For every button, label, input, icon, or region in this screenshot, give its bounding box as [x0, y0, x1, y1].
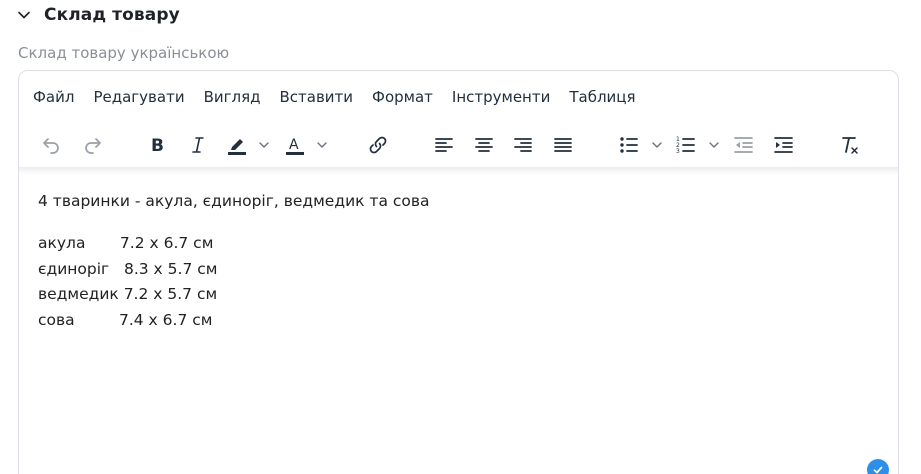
outdent-icon[interactable] — [730, 129, 758, 161]
content-line: акула 7.2 х 6.7 см — [38, 234, 214, 252]
content-line: ведмедик 7.2 х 5.7 см — [38, 285, 218, 303]
redo-icon[interactable] — [79, 129, 107, 161]
menu-view[interactable]: Вигляд — [204, 86, 261, 108]
chevron-down-icon[interactable] — [650, 129, 664, 161]
menu-file[interactable]: Файл — [33, 86, 74, 108]
editor-menubar: Файл Редагувати Вигляд Вставити Формат І… — [19, 85, 655, 109]
section-header[interactable]: Склад товару — [16, 4, 180, 26]
undo-icon[interactable] — [37, 129, 65, 161]
align-left-icon[interactable] — [430, 129, 458, 161]
check-circle-icon — [867, 459, 889, 474]
chevron-down-icon[interactable] — [257, 129, 271, 161]
rich-text-editor: Файл Редагувати Вигляд Вставити Формат І… — [18, 70, 899, 474]
bold-icon[interactable]: B — [145, 129, 171, 161]
menu-table[interactable]: Таблиця — [569, 86, 635, 108]
content-line: єдиноріг 8.3 х 5.7 см — [38, 259, 218, 278]
align-center-icon[interactable] — [470, 129, 498, 161]
section-title: Склад товару — [44, 5, 180, 25]
align-right-icon[interactable] — [509, 129, 537, 161]
field-label: Склад товару українською — [18, 44, 230, 62]
toolbar-divider — [19, 167, 898, 175]
content-intro: 4 тваринки - акула, єдиноріг, ведмедик т… — [38, 192, 430, 210]
chevron-down-icon[interactable] — [315, 129, 329, 161]
svg-text:A: A — [289, 137, 299, 153]
content-line: сова 7.4 х 6.7 см — [38, 310, 213, 329]
menu-edit[interactable]: Редагувати — [93, 86, 184, 108]
indent-icon[interactable] — [770, 129, 798, 161]
menu-format[interactable]: Формат — [372, 86, 433, 108]
chevron-down-icon[interactable] — [707, 129, 721, 161]
editor-toolbar: B A 1 2 3 — [19, 123, 898, 167]
numbered-list-icon[interactable]: 123 — [672, 129, 700, 161]
menu-tools[interactable]: Інструменти — [452, 86, 550, 108]
bullet-list-icon[interactable] — [615, 129, 643, 161]
align-justify-icon[interactable] — [549, 129, 577, 161]
text-color-icon[interactable]: A — [281, 129, 309, 161]
link-icon[interactable] — [364, 129, 392, 161]
editor-content[interactable]: 4 тваринки - акула, єдиноріг, ведмедик т… — [38, 189, 878, 333]
svg-text:B: B — [151, 136, 164, 155]
svg-text:3: 3 — [676, 148, 680, 155]
italic-icon[interactable] — [185, 129, 211, 161]
highlight-color-icon[interactable] — [223, 129, 251, 161]
clear-formatting-icon[interactable] — [836, 129, 864, 161]
chevron-down-icon[interactable] — [16, 7, 32, 23]
menu-insert[interactable]: Вставити — [279, 86, 353, 108]
